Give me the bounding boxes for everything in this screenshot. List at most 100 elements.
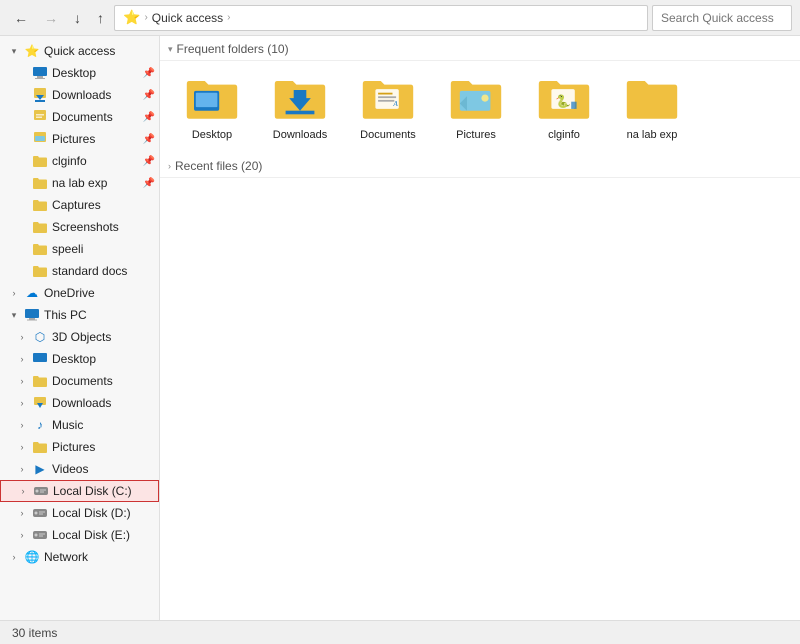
sidebar-label-quick-access: Quick access — [44, 44, 115, 58]
sidebar-item-nalab[interactable]: na lab exp 📌 — [0, 172, 159, 194]
sidebar-label-screenshots: Screenshots — [52, 220, 119, 234]
sidebar-item-clginfo[interactable]: clginfo 📌 — [0, 150, 159, 172]
network-icon: 🌐 — [24, 549, 40, 565]
folder-item-nalab[interactable]: na lab exp — [612, 69, 692, 145]
sidebar-label-speeli: speeli — [52, 242, 83, 256]
disk-e-icon — [32, 527, 48, 543]
music-icon: ♪ — [32, 417, 48, 433]
expand-icon-network: › — [8, 552, 20, 562]
folder-label-documents: Documents — [360, 129, 416, 141]
expand-icon-onedrive: › — [8, 288, 20, 298]
sidebar-item-thispc[interactable]: ▾ This PC — [0, 304, 159, 326]
sidebar-label-pc-desktop: Desktop — [52, 352, 96, 366]
breadcrumb-star-icon: ⭐ — [123, 9, 140, 26]
sidebar-label-localc: Local Disk (C:) — [53, 484, 132, 498]
sidebar-label-documents: Documents — [52, 110, 113, 124]
expand-icon-thispc: ▾ — [8, 310, 20, 321]
folder-screenshots-icon — [32, 219, 48, 235]
content-area: ▾ Frequent folders (10) Desktop — [160, 36, 800, 620]
sidebar-item-captures[interactable]: Captures — [0, 194, 159, 216]
recent-files-label: Recent files (20) — [175, 159, 262, 173]
sidebar-item-pc-downloads[interactable]: › Downloads — [0, 392, 159, 414]
folder-icon-clginfo: 🐍 — [534, 73, 594, 125]
sidebar-item-pc-pictures[interactable]: › Pictures — [0, 436, 159, 458]
pin-icon-downloads: 📌 — [143, 90, 155, 101]
folder-captures-icon — [32, 197, 48, 213]
sidebar-item-speeli[interactable]: speeli — [0, 238, 159, 260]
folder-label-pictures: Pictures — [456, 129, 496, 141]
disk-c-icon — [33, 483, 49, 499]
sidebar-label-3dobjects: 3D Objects — [52, 330, 111, 344]
sidebar-item-locald[interactable]: › Local Disk (D:) — [0, 502, 159, 524]
sidebar-item-quick-access[interactable]: ▾ ⭐ Quick access — [0, 40, 159, 62]
pictures-icon — [32, 131, 48, 147]
expand-icon-quick-access: ▾ — [8, 46, 20, 57]
sidebar-item-network[interactable]: › 🌐 Network — [0, 546, 159, 568]
sidebar-label-nalab: na lab exp — [52, 176, 107, 190]
folder-item-pictures[interactable]: Pictures — [436, 69, 516, 145]
sidebar-item-screenshots[interactable]: Screenshots — [0, 216, 159, 238]
svg-text:🐍: 🐍 — [555, 93, 571, 108]
sidebar-label-locald: Local Disk (D:) — [52, 506, 131, 520]
search-input[interactable] — [652, 5, 792, 31]
expand-icon-locald: › — [16, 508, 28, 518]
sidebar-item-pc-desktop[interactable]: › Desktop — [0, 348, 159, 370]
expand-icon-locale: › — [16, 530, 28, 540]
thispc-icon — [24, 307, 40, 323]
frequent-folders-header[interactable]: ▾ Frequent folders (10) — [160, 36, 800, 61]
documents-icon — [32, 109, 48, 125]
sidebar-label-pictures: Pictures — [52, 132, 95, 146]
sidebar-label-standarddocs: standard docs — [52, 264, 127, 278]
svg-text:A: A — [392, 100, 398, 108]
sidebar-item-locale[interactable]: › Local Disk (E:) — [0, 524, 159, 546]
sidebar-item-downloads[interactable]: Downloads 📌 — [0, 84, 159, 106]
sidebar-label-pc-documents: Documents — [52, 374, 113, 388]
sidebar-item-pictures[interactable]: Pictures 📌 — [0, 128, 159, 150]
recent-files-header[interactable]: › Recent files (20) — [160, 153, 800, 178]
sidebar-label-locale: Local Disk (E:) — [52, 528, 130, 542]
pc-desktop-icon — [32, 351, 48, 367]
folder-icon-downloads — [270, 73, 330, 125]
sidebar-label-downloads: Downloads — [52, 88, 111, 102]
recent-button[interactable]: ↓ — [68, 6, 87, 30]
back-button[interactable]: ← — [8, 6, 34, 30]
sidebar-item-localc[interactable]: › Local Disk (C:) — [0, 480, 159, 502]
breadcrumb-end-sep: › — [227, 12, 230, 23]
pin-icon-desktop: 📌 — [143, 68, 155, 79]
forward-button[interactable]: → — [38, 6, 64, 30]
sidebar-label-thispc: This PC — [44, 308, 87, 322]
sidebar-item-onedrive[interactable]: › ☁ OneDrive — [0, 282, 159, 304]
sidebar-item-3dobjects[interactable]: › ⬡ 3D Objects — [0, 326, 159, 348]
folder-item-clginfo[interactable]: 🐍 clginfo — [524, 69, 604, 145]
breadcrumb-item: Quick access — [152, 11, 223, 25]
recent-expand-icon: › — [168, 161, 171, 171]
sidebar: ▾ ⭐ Quick access Desktop 📌 Downloads 📌 — [0, 36, 160, 620]
pin-icon-documents: 📌 — [143, 112, 155, 123]
frequent-folders-grid: Desktop Downloads — [160, 61, 800, 153]
folder-item-desktop[interactable]: Desktop — [172, 69, 252, 145]
expand-icon-music: › — [16, 420, 28, 430]
breadcrumb-bar[interactable]: ⭐ › Quick access › — [114, 5, 648, 31]
folder-icon-pictures — [446, 73, 506, 125]
folder-item-documents[interactable]: A Documents — [348, 69, 428, 145]
sidebar-item-pc-documents[interactable]: › Documents — [0, 370, 159, 392]
up-button[interactable]: ↑ — [91, 6, 110, 30]
folder-label-desktop: Desktop — [192, 129, 232, 141]
sidebar-label-network: Network — [44, 550, 88, 564]
folder-item-downloads[interactable]: Downloads — [260, 69, 340, 145]
sidebar-item-documents[interactable]: Documents 📌 — [0, 106, 159, 128]
pc-documents-icon — [32, 373, 48, 389]
sidebar-label-pc-pictures: Pictures — [52, 440, 95, 454]
onedrive-icon: ☁ — [24, 285, 40, 301]
frequent-folders-label: Frequent folders (10) — [177, 42, 289, 56]
sidebar-item-standarddocs[interactable]: standard docs — [0, 260, 159, 282]
folder-icon-nalab — [622, 73, 682, 125]
folder-nalab-icon — [32, 175, 48, 191]
videos-icon: ▶ — [32, 461, 48, 477]
sidebar-item-desktop[interactable]: Desktop 📌 — [0, 62, 159, 84]
expand-icon-videos: › — [16, 464, 28, 474]
sidebar-item-videos[interactable]: › ▶ Videos — [0, 458, 159, 480]
toolbar: ← → ↓ ↑ ⭐ › Quick access › — [0, 0, 800, 36]
expand-icon-localc: › — [17, 486, 29, 496]
sidebar-item-music[interactable]: › ♪ Music — [0, 414, 159, 436]
